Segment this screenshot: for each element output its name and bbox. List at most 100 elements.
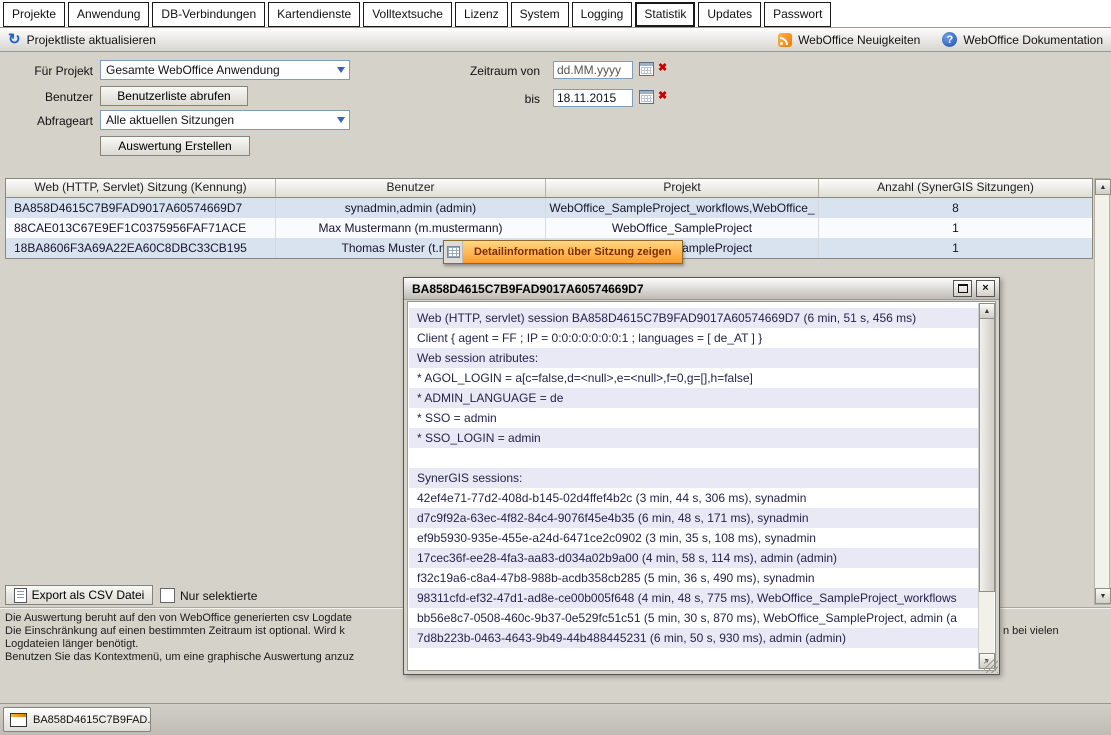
only-selected-label: Nur selektierte xyxy=(180,589,257,603)
session-detail-line: d7c9f92a-63ec-4f82-84c4-9076f45e4b35 (6 … xyxy=(409,508,978,528)
table-row[interactable]: 88CAE013C67E9EF1C0375956FAF71ACE Max Mus… xyxy=(6,218,1092,238)
date-to-input[interactable] xyxy=(553,89,633,107)
refresh-projectlist-button[interactable]: ↻ Projektliste aktualisieren xyxy=(8,33,156,47)
column-header-benutzer[interactable]: Benutzer xyxy=(276,179,546,197)
dialog-scrollbar[interactable]: ▲ ▼ xyxy=(978,303,994,669)
weboffice-docs-link[interactable]: ? WebOffice Dokumentation xyxy=(942,32,1103,47)
querytype-select-value: Alle aktuellen Sitzungen xyxy=(101,113,333,127)
tab-kartendienste[interactable]: Kartendienste xyxy=(268,2,360,27)
scrollbar-thumb[interactable] xyxy=(979,318,995,592)
refresh-icon: ↻ xyxy=(8,33,21,47)
scroll-down-icon[interactable]: ▼ xyxy=(1095,588,1111,604)
info-line: Benutzen Sie das Kontextmenü, um eine gr… xyxy=(5,651,354,664)
csv-file-icon xyxy=(14,588,27,603)
export-csv-button[interactable]: Export als CSV Datei xyxy=(5,585,153,605)
tab-volltextsuche[interactable]: Volltextsuche xyxy=(363,2,452,27)
calendar-icon[interactable] xyxy=(639,90,654,104)
date-from-input[interactable] xyxy=(553,61,633,79)
refresh-projectlist-label: Projektliste aktualisieren xyxy=(27,33,156,47)
table-row[interactable]: BA858D4615C7B9FAD9017A60574669D7 synadmi… xyxy=(6,198,1092,218)
close-icon: × xyxy=(982,283,988,294)
period-from-label: Zeitraum von xyxy=(440,64,540,78)
help-icon: ? xyxy=(942,32,957,47)
cell-projekt: WebOffice_SampleProject_workflows,WebOff… xyxy=(546,198,819,218)
project-select-value: Gesamte WebOffice Anwendung xyxy=(101,63,333,77)
tab-system[interactable]: System xyxy=(511,2,569,27)
session-detail-line: * SSO = admin xyxy=(409,408,978,428)
session-detail-line: * ADMIN_LANGUAGE = de xyxy=(409,388,978,408)
session-detail-line: ef9b5930-935e-455e-a24d-6471ce2c0902 (3 … xyxy=(409,528,978,548)
only-selected-checkbox[interactable] xyxy=(160,588,175,603)
session-detail-line xyxy=(409,448,978,468)
session-detail-list: Web (HTTP, servlet) session BA858D4615C7… xyxy=(409,303,978,669)
project-select[interactable]: Gesamte WebOffice Anwendung xyxy=(100,60,350,80)
tab-updates[interactable]: Updates xyxy=(698,2,761,27)
tab-lizenz[interactable]: Lizenz xyxy=(455,2,508,27)
session-detail-line: f32c19a6-c8a4-47b8-988b-acdb358cb285 (5 … xyxy=(409,568,978,588)
maximize-button[interactable] xyxy=(953,280,972,297)
cell-kennung: BA858D4615C7B9FAD9017A60574669D7 xyxy=(6,198,276,218)
dialog-title-bar[interactable]: BA858D4615C7B9FAD9017A60574669D7 × xyxy=(404,278,999,300)
scroll-up-icon[interactable]: ▲ xyxy=(979,303,995,319)
session-detail-line: 42ef4e71-77d2-408d-b145-02d4ffef4b2c (3 … xyxy=(409,488,978,508)
chevron-down-icon[interactable] xyxy=(333,117,349,123)
show-session-detail-menu-item[interactable]: Detailinformation über Sitzung zeigen xyxy=(463,241,682,263)
column-header-anzahl[interactable]: Anzahl (SynerGIS Sitzungen) xyxy=(819,179,1092,197)
close-button[interactable]: × xyxy=(976,280,995,297)
tab-logging[interactable]: Logging xyxy=(572,2,633,27)
session-detail-line: bb56e8c7-0508-460c-9b37-0e529fc51c51 (5 … xyxy=(409,608,978,628)
column-header-projekt[interactable]: Projekt xyxy=(546,179,819,197)
weboffice-docs-label: WebOffice Dokumentation xyxy=(963,33,1103,47)
scroll-up-icon[interactable]: ▲ xyxy=(1095,179,1111,195)
tab-anwendung[interactable]: Anwendung xyxy=(68,2,149,27)
detail-icon-zone xyxy=(444,241,463,263)
cell-kennung: 88CAE013C67E9EF1C0375956FAF71ACE xyxy=(6,218,276,238)
dialog-title: BA858D4615C7B9FAD9017A60574669D7 xyxy=(412,282,949,296)
info-line: Die Auswertung beruht auf den von WebOff… xyxy=(5,612,354,625)
weboffice-admin-window: Projekte Anwendung DB-Verbindungen Karte… xyxy=(0,0,1111,735)
toolbar: ↻ Projektliste aktualisieren WebOffice N… xyxy=(0,27,1111,52)
rss-icon xyxy=(778,33,792,47)
maximize-icon xyxy=(958,284,968,293)
weboffice-news-link[interactable]: WebOffice Neuigkeiten xyxy=(778,33,920,47)
user-label: Benutzer xyxy=(0,90,93,104)
period-to-label: bis xyxy=(440,92,540,106)
tab-statistik[interactable]: Statistik xyxy=(635,2,695,27)
session-detail-line: Web session atributes: xyxy=(409,348,978,368)
dialog-body: Web (HTTP, servlet) session BA858D4615C7… xyxy=(407,301,996,671)
cell-anzahl: 1 xyxy=(819,238,1092,258)
session-detail-line: Web (HTTP, servlet) session BA858D4615C7… xyxy=(409,308,978,328)
tab-db-verbindungen[interactable]: DB-Verbindungen xyxy=(152,2,265,27)
querytype-select[interactable]: Alle aktuellen Sitzungen xyxy=(100,110,350,130)
clear-date-from-icon[interactable]: ✖ xyxy=(658,62,667,74)
cell-benutzer: Max Mustermann (m.mustermann) xyxy=(276,218,546,238)
session-detail-line: 98311cfd-ef32-47d1-ad8e-ce00b005f648 (4 … xyxy=(409,588,978,608)
project-label: Für Projekt xyxy=(0,64,93,78)
session-context-menu: Detailinformation über Sitzung zeigen xyxy=(443,240,683,264)
info-text-block: Die Auswertung beruht auf den von WebOff… xyxy=(5,612,354,664)
taskbar: BA858D4615C7B9FAD... xyxy=(0,703,1111,735)
cell-kennung: 18BA8606F3A69A22EA60C8DBC33CB195 xyxy=(6,238,276,258)
clear-date-to-icon[interactable]: ✖ xyxy=(658,90,667,102)
session-detail-line: Client { agent = FF ; IP = 0:0:0:0:0:0:0… xyxy=(409,328,978,348)
export-csv-label: Export als CSV Datei xyxy=(32,588,145,602)
page-scrollbar[interactable]: ▲ ▼ xyxy=(1094,178,1110,605)
session-detail-icon xyxy=(447,246,460,258)
taskbar-item-label: BA858D4615C7B9FAD... xyxy=(33,714,151,726)
tab-passwort[interactable]: Passwort xyxy=(764,2,831,27)
window-icon xyxy=(10,713,27,727)
tab-projekte[interactable]: Projekte xyxy=(3,2,65,27)
calendar-icon[interactable] xyxy=(639,62,654,76)
querytype-label: Abfrageart xyxy=(0,114,93,128)
session-detail-line: SynerGIS sessions: xyxy=(409,468,978,488)
taskbar-item-session-dialog[interactable]: BA858D4615C7B9FAD... xyxy=(3,707,151,732)
main-tab-bar: Projekte Anwendung DB-Verbindungen Karte… xyxy=(0,0,1111,27)
cell-anzahl: 1 xyxy=(819,218,1092,238)
info-line: Logdateien länger benötigt. xyxy=(5,638,354,651)
column-header-kennung[interactable]: Web (HTTP, Servlet) Sitzung (Kennung) xyxy=(6,179,276,197)
create-report-button[interactable]: Auswertung Erstellen xyxy=(100,136,250,156)
session-detail-dialog: BA858D4615C7B9FAD9017A60574669D7 × Web (… xyxy=(403,277,1000,675)
fetch-userlist-button[interactable]: Benutzerliste abrufen xyxy=(100,86,248,106)
chevron-down-icon[interactable] xyxy=(333,67,349,73)
resize-grip[interactable] xyxy=(984,659,998,673)
